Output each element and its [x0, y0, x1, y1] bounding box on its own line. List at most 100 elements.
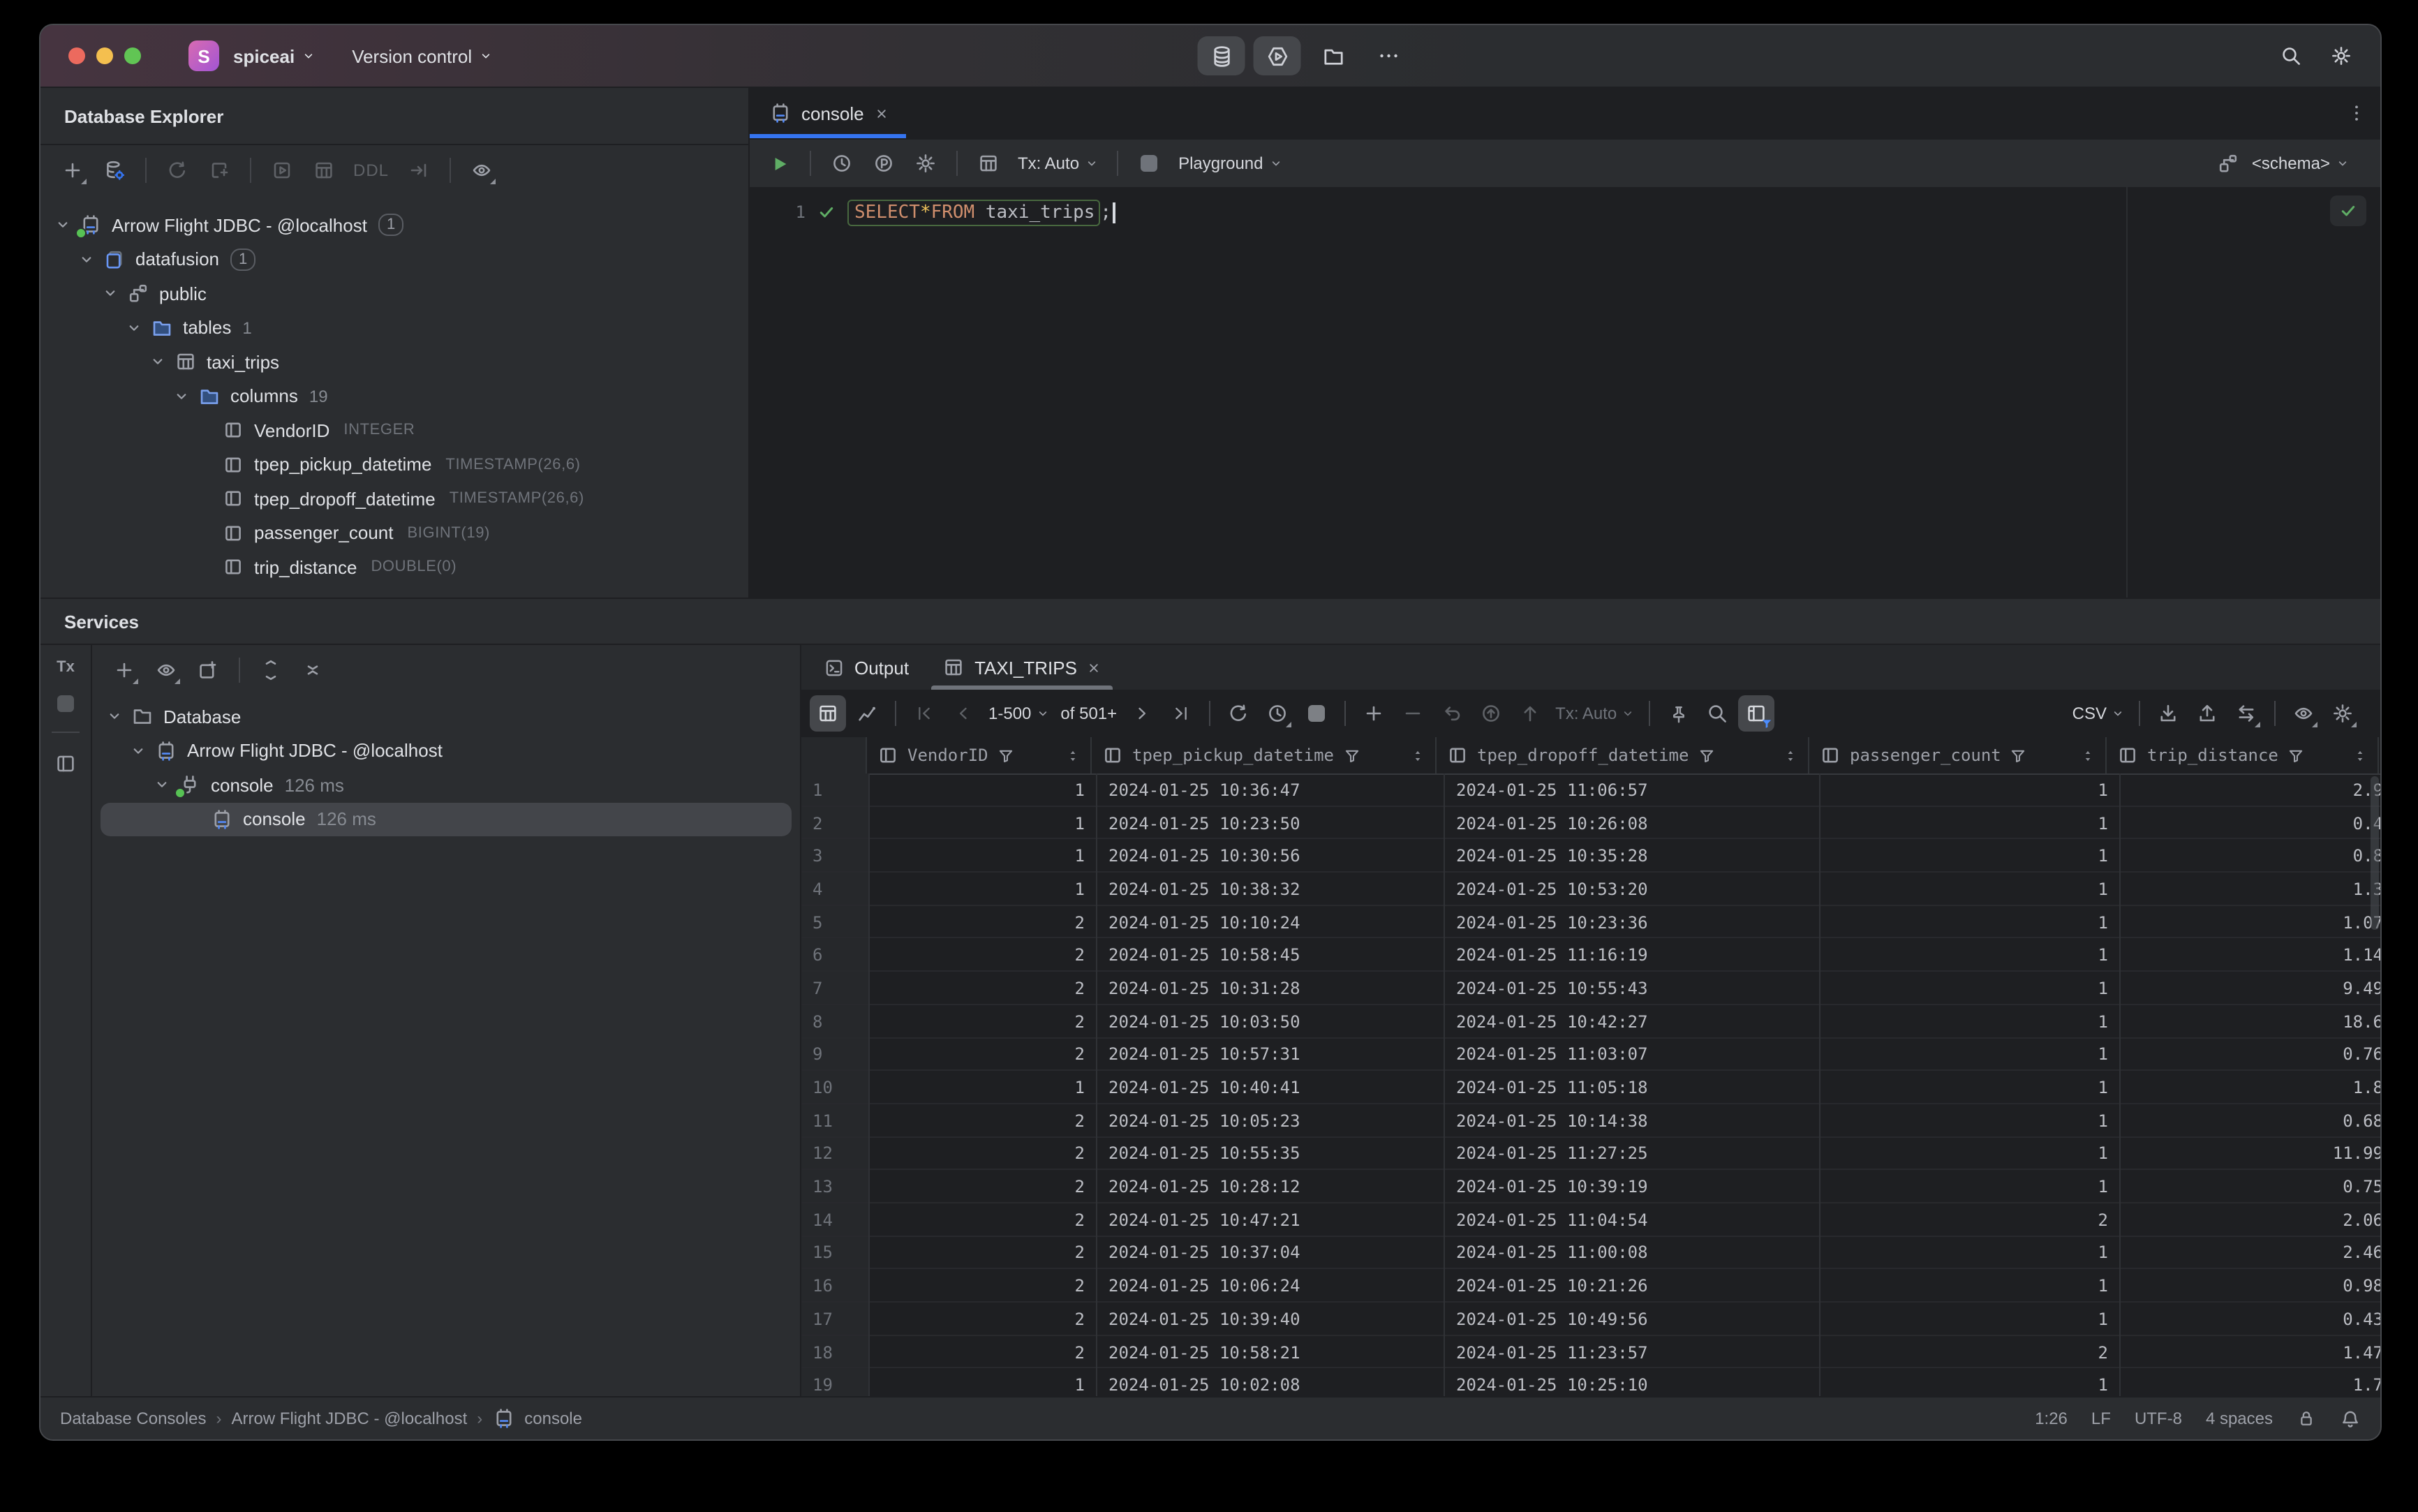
vertical-scrollbar[interactable]	[2371, 776, 2379, 930]
row-number[interactable]: 5	[801, 905, 870, 939]
submit-button[interactable]	[1473, 695, 1509, 732]
row-number[interactable]: 7	[801, 972, 870, 1005]
cell-passenger_count[interactable]: 1	[1820, 1137, 2121, 1171]
funnel-icon[interactable]	[997, 746, 1015, 764]
cell-passenger_count[interactable]: 1	[1820, 1303, 2121, 1336]
stop-button[interactable]	[1131, 145, 1167, 181]
cell-tpep_pickup_datetime[interactable]: 2024-01-25 10:39:40	[1097, 1303, 1445, 1336]
inspection-status-widget[interactable]	[2330, 195, 2366, 226]
upload-button[interactable]	[2189, 695, 2225, 732]
caret-position[interactable]: 1:26	[2035, 1409, 2068, 1428]
row-number[interactable]: 6	[801, 938, 870, 972]
add-row-button[interactable]	[1356, 695, 1392, 732]
cell-trip_distance[interactable]: 0.76	[2121, 1038, 2380, 1071]
cell-tpep_pickup_datetime[interactable]: 2024-01-25 10:28:12	[1097, 1170, 1445, 1203]
previous-page-button[interactable]	[945, 695, 981, 732]
cell-tpep_dropoff_datetime[interactable]: 2024-01-25 10:21:26	[1445, 1269, 1820, 1303]
cell-tpep_pickup_datetime[interactable]: 2024-01-25 10:40:41	[1097, 1071, 1445, 1104]
cell-tpep_dropoff_datetime[interactable]: 2024-01-25 11:00:08	[1445, 1236, 1820, 1270]
cell-tpep_dropoff_datetime[interactable]: 2024-01-25 10:49:56	[1445, 1303, 1820, 1336]
zoom-button[interactable]	[124, 47, 141, 64]
cell-trip_distance[interactable]: 1.47	[2121, 1335, 2380, 1368]
revert-button[interactable]	[1434, 695, 1470, 732]
cell-vendorid[interactable]: 2	[870, 1038, 1097, 1072]
chevron-down-icon[interactable]	[170, 385, 193, 408]
cell-tpep_pickup_datetime[interactable]: 2024-01-25 10:58:45	[1097, 938, 1445, 972]
cell-trip_distance[interactable]: 0.98	[2121, 1270, 2380, 1303]
cell-vendorid[interactable]: 2	[870, 1104, 1097, 1138]
chevron-down-icon[interactable]	[99, 283, 121, 305]
find-button[interactable]	[1699, 695, 1735, 732]
import-export-button[interactable]	[2228, 695, 2264, 732]
cell-trip_distance[interactable]: 1.7	[2121, 1369, 2380, 1396]
breadcrumb-database-consoles[interactable]: Database Consoles	[60, 1409, 206, 1428]
pin-tab-button[interactable]	[1660, 695, 1696, 732]
cell-passenger_count[interactable]: 1	[1820, 1170, 2121, 1203]
cell-passenger_count[interactable]: 1	[1820, 1005, 2121, 1038]
tree-item-trip-distance[interactable]: trip_distance DOUBLE(0)	[40, 550, 748, 584]
cell-tpep_pickup_datetime[interactable]: 2024-01-25 10:55:35	[1097, 1137, 1445, 1171]
cell-vendorid[interactable]: 2	[870, 972, 1097, 1005]
tree-item-console[interactable]: console 126 ms	[101, 802, 792, 836]
row-number[interactable]: 14	[801, 1203, 870, 1237]
cell-tpep_dropoff_datetime[interactable]: 2024-01-25 11:27:25	[1445, 1137, 1820, 1171]
cell-tpep_dropoff_datetime[interactable]: 2024-01-25 10:53:20	[1445, 873, 1820, 906]
cell-trip_distance[interactable]: 0.68	[2121, 1104, 2380, 1137]
show-options-button[interactable]	[148, 651, 184, 688]
tab-taxi-trips[interactable]: TAXI_TRIPS	[926, 645, 1119, 690]
collapse-all-button[interactable]	[295, 651, 331, 688]
tree-item-datafusion[interactable]: datafusion 1	[40, 242, 748, 276]
cell-tpep_pickup_datetime[interactable]: 2024-01-25 10:06:24	[1097, 1269, 1445, 1303]
row-number[interactable]: 16	[801, 1269, 870, 1303]
cell-vendorid[interactable]: 1	[870, 839, 1097, 873]
cell-vendorid[interactable]: 2	[870, 905, 1097, 939]
write-lock-icon[interactable]	[2297, 1409, 2316, 1428]
cell-tpep_pickup_datetime[interactable]: 2024-01-25 10:37:04	[1097, 1236, 1445, 1270]
sort-icon[interactable]	[1783, 748, 1798, 763]
row-number[interactable]: 8	[801, 1005, 870, 1038]
cell-passenger_count[interactable]: 1	[1820, 806, 2121, 840]
cell-tpep_pickup_datetime[interactable]: 2024-01-25 10:31:28	[1097, 972, 1445, 1005]
search-icon[interactable]	[2280, 45, 2302, 67]
cell-passenger_count[interactable]: 1	[1820, 1038, 2121, 1072]
cell-tpep_dropoff_datetime[interactable]: 2024-01-25 10:23:36	[1445, 905, 1820, 939]
run-sql-script-button[interactable]	[264, 151, 300, 188]
cell-passenger_count[interactable]: 1	[1820, 905, 2121, 939]
indent-setting[interactable]: 4 spaces	[2206, 1409, 2273, 1428]
tree-item-tpep-dropoff-datetime[interactable]: tpep_dropoff_datetime TIMESTAMP(26,6)	[40, 482, 748, 516]
database-tool-button[interactable]	[1197, 36, 1245, 75]
tree-item-tables[interactable]: tables 1	[40, 311, 748, 345]
cell-vendorid[interactable]: 1	[870, 873, 1097, 906]
sort-icon[interactable]	[1410, 748, 1425, 763]
cell-trip_distance[interactable]: 0.75	[2121, 1171, 2380, 1203]
tx-mode-dropdown[interactable]: Tx: Auto	[1012, 154, 1104, 173]
cell-trip_distance[interactable]: 2.9	[2121, 773, 2380, 806]
cell-tpep_dropoff_datetime[interactable]: 2024-01-25 11:05:18	[1445, 1071, 1820, 1104]
cell-vendorid[interactable]: 1	[870, 773, 1097, 807]
project-files-button[interactable]	[1310, 36, 1357, 75]
next-page-button[interactable]	[1124, 695, 1160, 732]
breadcrumb-datasource[interactable]: Arrow Flight JDBC - @localhost	[231, 1409, 467, 1428]
tree-item-database[interactable]: Database	[92, 699, 800, 734]
cell-passenger_count[interactable]: 1	[1820, 839, 2121, 873]
tab-output[interactable]: Output	[807, 645, 926, 690]
close-icon[interactable]	[1087, 660, 1102, 675]
expand-all-button[interactable]	[253, 651, 289, 688]
cell-vendorid[interactable]: 2	[870, 1203, 1097, 1237]
add-service-button[interactable]	[106, 651, 142, 688]
tree-item-console[interactable]: console 126 ms	[92, 768, 800, 802]
sort-icon[interactable]	[1065, 748, 1081, 763]
open-table-button[interactable]	[306, 151, 342, 188]
row-number[interactable]: 3	[801, 839, 870, 873]
row-number[interactable]: 19	[801, 1368, 870, 1396]
chevron-down-icon[interactable]	[151, 774, 173, 796]
column-header-rate[interactable]: Rate	[2379, 737, 2380, 773]
chevron-down-icon[interactable]	[103, 706, 126, 728]
cell-trip_distance[interactable]: 0.4	[2121, 806, 2380, 839]
funnel-icon[interactable]	[2287, 746, 2305, 764]
reload-page-button[interactable]	[1220, 695, 1256, 732]
row-number[interactable]: 2	[801, 806, 870, 840]
chart-view-button[interactable]	[849, 695, 885, 732]
close-button[interactable]	[68, 47, 85, 64]
cell-tpep_dropoff_datetime[interactable]: 2024-01-25 11:06:57	[1445, 773, 1820, 807]
